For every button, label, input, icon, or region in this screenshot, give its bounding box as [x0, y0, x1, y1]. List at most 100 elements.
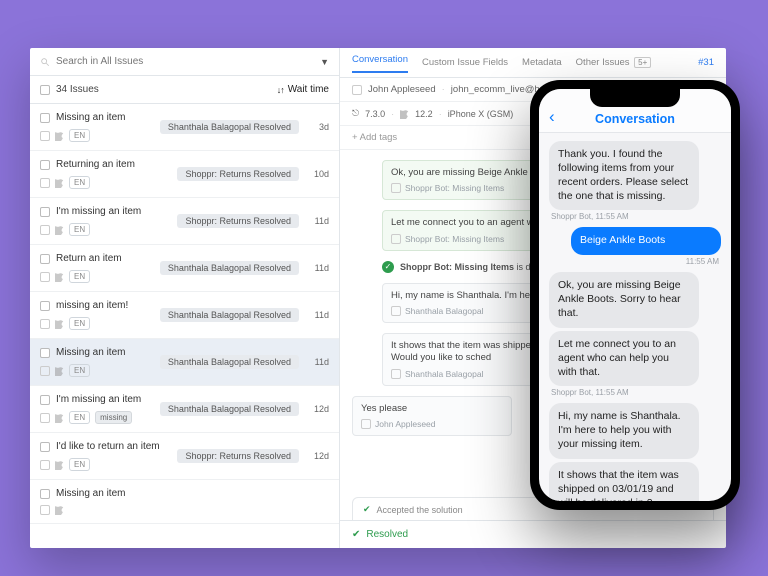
issue-row[interactable]: missing an item! EN Shanthala Balagopal …	[30, 292, 339, 339]
sort-control[interactable]: ↓↑ Wait time	[277, 84, 329, 95]
avatar-icon	[391, 234, 401, 244]
issue-row[interactable]: Missing an item EN Shanthala Balagopal R…	[30, 339, 339, 386]
tag-pill: EN	[69, 458, 90, 471]
search-input[interactable]	[56, 56, 314, 67]
tab-metadata[interactable]: Metadata	[522, 57, 562, 68]
avatar-icon	[391, 306, 401, 316]
issue-checkbox[interactable]	[40, 348, 50, 358]
avatar-icon	[40, 460, 50, 470]
status-pill: Shanthala Balagopal Resolved	[160, 308, 299, 322]
apple-icon	[55, 460, 64, 470]
resolved-bar: ✔ Resolved	[340, 520, 726, 548]
avatar-icon	[40, 272, 50, 282]
issue-row[interactable]: Missing an item	[30, 480, 339, 524]
apple-icon	[55, 505, 64, 515]
issue-row[interactable]: I'm missing an item EN Shoppr: Returns R…	[30, 198, 339, 245]
issue-row[interactable]: Returning an item EN Shoppr: Returns Res…	[30, 151, 339, 198]
issue-title: Return an item	[56, 253, 122, 264]
issue-checkbox[interactable]	[40, 489, 50, 499]
status-pill: Shoppr: Returns Resolved	[177, 167, 299, 181]
issue-title: Returning an item	[56, 159, 135, 170]
issue-age: 12d	[309, 404, 329, 414]
ios-version: 12.2	[415, 109, 433, 119]
issue-title: Missing an item	[56, 112, 125, 123]
issue-checkbox[interactable]	[40, 442, 50, 452]
apple-icon	[55, 178, 64, 188]
issue-checkbox[interactable]	[40, 113, 50, 123]
tag-pill: EN	[69, 223, 90, 236]
sdk-version: 7.3.0	[365, 109, 385, 119]
issue-title: missing an item!	[56, 300, 128, 311]
status-pill: Shanthala Balagopal Resolved	[160, 261, 299, 275]
issue-row[interactable]: I'm missing an item EN missing Shanthala …	[30, 386, 339, 433]
chat-message: Let me connect you to an agent who can h…	[549, 331, 699, 387]
issue-age: 12d	[309, 451, 329, 461]
phone-screen: ‹ Conversation Thank you. I found the fo…	[539, 89, 731, 501]
customer-message: Yes please John Appleseed	[352, 396, 512, 436]
apple-icon	[55, 272, 64, 282]
avatar-icon	[40, 413, 50, 423]
phone-mockup: ‹ Conversation Thank you. I found the fo…	[530, 80, 740, 510]
search-bar[interactable]: ▼	[30, 48, 339, 76]
tag-pill: EN	[69, 129, 90, 142]
avatar-icon	[40, 131, 50, 141]
issue-checkbox[interactable]	[40, 207, 50, 217]
phone-notch	[590, 89, 680, 107]
issue-checkbox[interactable]	[40, 254, 50, 264]
sort-icon: ↓↑	[277, 85, 284, 95]
apple-icon	[55, 413, 64, 423]
apple-icon	[55, 225, 64, 235]
issue-row[interactable]: Missing an item EN Shanthala Balagopal R…	[30, 104, 339, 151]
chat-timestamp: Shoppr Bot, 11:55 AM	[551, 212, 721, 221]
tag-pill: EN	[69, 364, 90, 377]
issue-checkbox[interactable]	[40, 160, 50, 170]
chat-message: Ok, you are missing Beige Ankle Boots. S…	[549, 272, 699, 328]
issue-checkbox[interactable]	[40, 395, 50, 405]
check-icon: ✔	[352, 529, 360, 540]
status-pill: Shanthala Balagopal Resolved	[160, 120, 299, 134]
issue-age: 3d	[309, 122, 329, 132]
issue-title: I'm missing an item	[56, 206, 141, 217]
chat-message-sent: Beige Ankle Boots	[571, 227, 721, 255]
chat-message: Thank you. I found the following items f…	[549, 141, 699, 210]
avatar-icon	[391, 369, 401, 379]
apple-icon	[55, 131, 64, 141]
detail-tabs: Conversation Custom Issue Fields Metadat…	[340, 48, 726, 78]
check-icon: ✓	[382, 261, 394, 273]
status-pill: Shanthala Balagopal Resolved	[160, 402, 299, 416]
phone-chat: Thank you. I found the following items f…	[539, 133, 731, 501]
chat-timestamp: 11:55 AM	[551, 257, 719, 266]
issue-checkbox[interactable]	[40, 301, 50, 311]
avatar-icon	[40, 178, 50, 188]
tab-other-issues[interactable]: Other Issues 5+	[576, 57, 652, 68]
chevron-down-icon[interactable]: ▼	[320, 57, 329, 67]
check-icon: ✔	[363, 504, 371, 515]
phone-title: Conversation	[595, 112, 675, 126]
status-pill: Shoppr: Returns Resolved	[177, 214, 299, 228]
avatar-icon	[40, 225, 50, 235]
issue-title: I'm missing an item	[56, 394, 141, 405]
other-issues-badge: 5+	[634, 57, 651, 68]
tab-custom-fields[interactable]: Custom Issue Fields	[422, 57, 508, 68]
ticket-id: #31	[698, 57, 714, 68]
issue-row[interactable]: Return an item EN Shanthala Balagopal Re…	[30, 245, 339, 292]
avatar-icon	[40, 319, 50, 329]
customer-name: John Appleseed	[368, 84, 436, 95]
tag-pill: EN	[69, 411, 90, 424]
search-icon	[40, 57, 50, 67]
tag-pill: missing	[95, 411, 132, 424]
tag-pill: EN	[69, 317, 90, 330]
issue-row[interactable]: I'd like to return an item EN Shoppr: Re…	[30, 433, 339, 480]
back-icon[interactable]: ‹	[549, 107, 555, 127]
issue-title: I'd like to return an item	[56, 441, 160, 452]
issue-count-row: 34 Issues ↓↑ Wait time	[30, 76, 339, 104]
status-pill: Shanthala Balagopal Resolved	[160, 355, 299, 369]
issue-list: Missing an item EN Shanthala Balagopal R…	[30, 104, 339, 548]
avatar-icon	[40, 505, 50, 515]
select-all-checkbox[interactable]	[40, 85, 50, 95]
chat-message: Hi, my name is Shanthala. I'm here to he…	[549, 403, 699, 459]
apple-icon	[400, 109, 409, 119]
issue-title: Missing an item	[56, 488, 125, 499]
issue-age: 11d	[309, 357, 329, 367]
tab-conversation[interactable]: Conversation	[352, 54, 408, 73]
